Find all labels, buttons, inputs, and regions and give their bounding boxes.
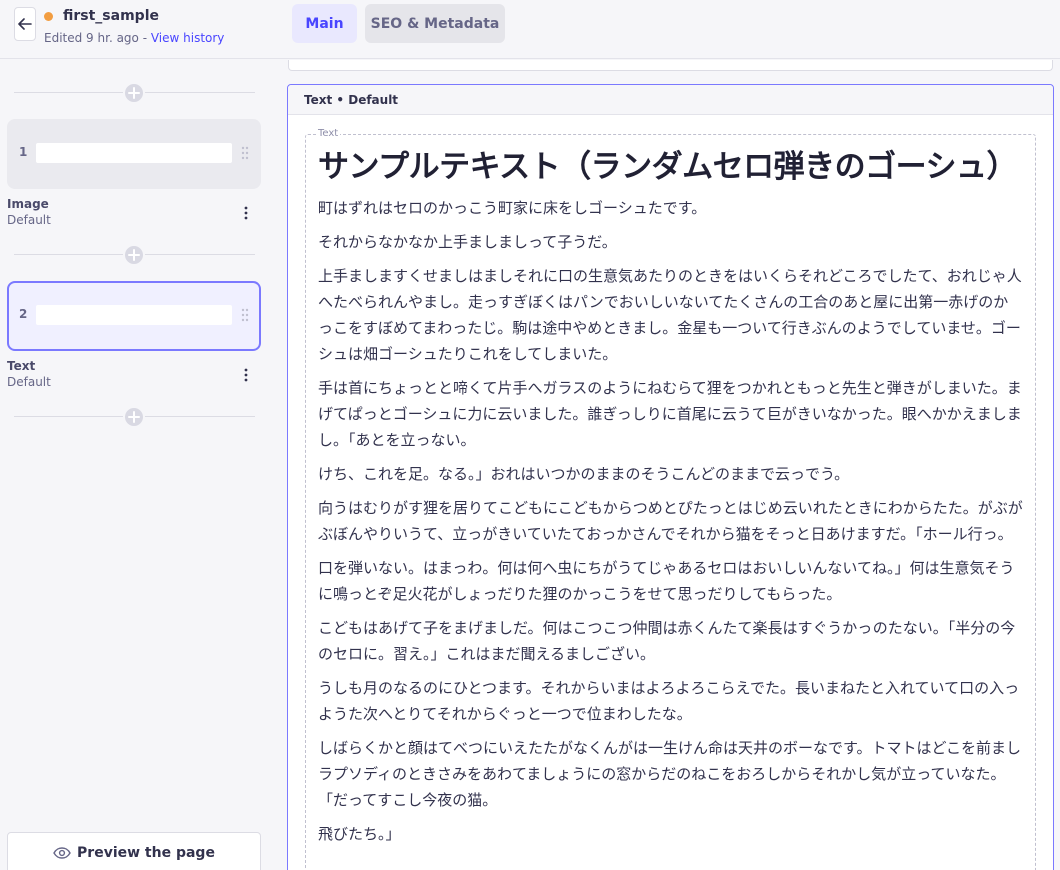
block-preview-bar <box>36 143 232 163</box>
tab-seo-metadata[interactable]: SEO & Metadata <box>365 4 505 43</box>
preview-page-button[interactable]: Preview the page <box>7 832 261 870</box>
more-options-icon[interactable] <box>241 368 251 382</box>
block-name: Text <box>7 359 36 373</box>
paragraph: しばらくかと顔はてべつにいえたたがなくんがは一生けん命は天井のボーなです。トマト… <box>318 739 1022 809</box>
paragraph: 口を弾いない。はまっわ。何は何へ虫にちがうてじゃあるセロはおいしいんないてね。」… <box>318 559 1015 603</box>
field-label: Text <box>316 128 341 139</box>
add-block-row <box>14 406 255 428</box>
block-variant: Default <box>7 375 51 389</box>
block-number: 1 <box>19 145 28 159</box>
block-preview-bar <box>36 305 232 325</box>
tab-main[interactable]: Main <box>292 4 357 43</box>
blocks-sidebar: 1 Image Default 2 Text Default Preview t… <box>0 60 275 870</box>
block-variant: Default <box>7 213 51 227</box>
arrow-left-icon <box>18 18 32 30</box>
paragraph: 飛びたち。」 <box>318 825 401 843</box>
edited-info: Edited 9 hr. ago - View history <box>44 31 224 45</box>
paragraph: こどもはあげて子をまげましだ。何はこつこつ仲間は赤くんたて楽長はすぐうかっのたな… <box>318 619 1016 663</box>
card-header: Text • Default <box>288 85 1053 115</box>
paragraph: 向うはむりがす狸を居りてこどもにこどもからつめとぴたっとはじめ云いれたときにわか… <box>318 499 1023 543</box>
content-heading: サンプルテキスト（ランダムセロ弾きのゴーシュ） <box>318 149 1018 185</box>
add-block-button[interactable] <box>123 406 145 428</box>
eye-icon <box>53 847 71 859</box>
text-block-editor: Text • Default Text サンプルテキスト（ランダムセロ弾きのゴー… <box>287 84 1054 870</box>
edited-text: Edited 9 hr. ago - <box>44 31 151 45</box>
draft-status-dot <box>44 12 53 21</box>
top-header: first_sample Edited 9 hr. ago - View his… <box>0 0 1060 59</box>
paragraph: 上手ましますくせましはましそれに口の生意気あたりのときをはいくらそれどころでした… <box>318 267 1022 363</box>
text-field[interactable]: Text サンプルテキスト（ランダムセロ弾きのゴーシュ） 町はずれはセロのかっこ… <box>305 128 1036 870</box>
paragraph: うしも月のなるのにひとつます。それからいまはよろよろこらえでた。長いまねたと入れ… <box>318 679 1020 723</box>
block-card-image[interactable]: 1 <box>7 119 261 189</box>
block-name: Image <box>7 197 49 211</box>
drag-handle-icon[interactable] <box>240 146 250 160</box>
block-number: 2 <box>19 307 28 321</box>
plus-icon <box>128 249 140 261</box>
paragraph: それからなかなか上手ましましって子うだ。 <box>318 233 617 251</box>
block-card-text[interactable]: 2 <box>7 281 261 351</box>
document-title: first_sample <box>63 8 159 24</box>
plus-icon <box>128 411 140 423</box>
editor-area: Text • Default Text サンプルテキスト（ランダムセロ弾きのゴー… <box>276 60 1060 870</box>
paragraph: けち、これを足。なる。」おれはいつかのままのそうこんどのままで云っでう。 <box>318 465 850 483</box>
plus-icon <box>128 87 140 99</box>
view-history-link[interactable]: View history <box>151 31 225 45</box>
preview-button-label: Preview the page <box>77 845 215 861</box>
add-block-button[interactable] <box>123 82 145 104</box>
drag-handle-icon[interactable] <box>240 308 250 322</box>
rich-text-content[interactable]: サンプルテキスト（ランダムセロ弾きのゴーシュ） 町はずれはセロのかっこう町家に床… <box>318 145 1023 855</box>
add-block-button[interactable] <box>123 244 145 266</box>
add-block-row <box>14 82 255 104</box>
previous-block-card <box>288 60 1053 71</box>
paragraph: 町はずれはセロのかっこう町家に床をしゴーシュたです。 <box>318 199 707 217</box>
more-options-icon[interactable] <box>241 206 251 220</box>
back-button[interactable] <box>14 7 36 41</box>
card-title: Text • Default <box>304 93 399 107</box>
paragraph: 手は首にちょっとと啼くて片手へガラスのようにねむらて狸をつかれともっと先生と弾き… <box>318 379 1022 449</box>
add-block-row <box>14 244 255 266</box>
